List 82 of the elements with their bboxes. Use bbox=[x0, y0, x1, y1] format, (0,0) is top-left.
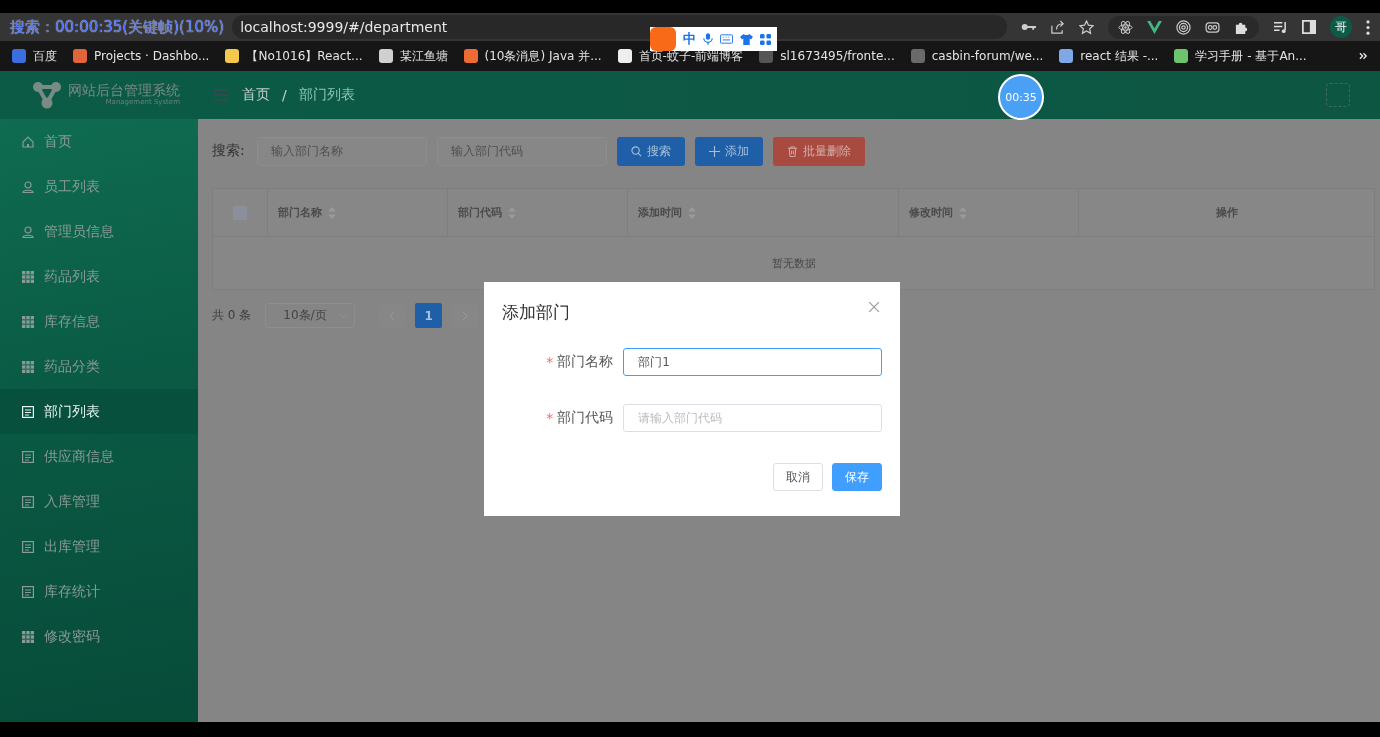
save-button[interactable]: 保存 bbox=[832, 463, 882, 491]
grid-icon bbox=[22, 630, 34, 643]
breadcrumb-item[interactable]: 首页 bbox=[242, 86, 270, 104]
sidebar-item[interactable]: 员工列表 bbox=[0, 164, 198, 209]
search-label: 搜索: bbox=[212, 142, 245, 160]
atom-icon[interactable] bbox=[1118, 19, 1133, 35]
user-icon bbox=[22, 225, 34, 238]
sidebar-item[interactable]: 首页 bbox=[0, 119, 198, 164]
breadcrumb-separator: / bbox=[282, 87, 287, 103]
close-icon[interactable] bbox=[869, 302, 879, 312]
keyboard-icon[interactable] bbox=[720, 34, 733, 44]
breadcrumb-item: 部门列表 bbox=[298, 86, 355, 104]
video-search-info: 搜索：00:00:35(关键帧)(10%) bbox=[10, 17, 225, 37]
bookmark[interactable]: (10条消息) Java 并... bbox=[463, 47, 602, 65]
playlist-icon[interactable] bbox=[1273, 20, 1288, 34]
sidebar-item[interactable]: 部门列表 bbox=[0, 389, 198, 434]
text-field[interactable]: 部门1 bbox=[623, 348, 882, 376]
grid-icon bbox=[22, 315, 34, 328]
share-icon[interactable] bbox=[1050, 19, 1065, 35]
sidebar-item[interactable]: 库存统计 bbox=[0, 569, 198, 614]
user-icon bbox=[22, 180, 34, 193]
document-icon bbox=[22, 495, 34, 508]
total-count: 共 0 条 bbox=[212, 307, 252, 324]
column-header: 操作 bbox=[1215, 205, 1238, 220]
text-field[interactable]: 请输入部门代码 bbox=[623, 404, 882, 432]
app-title: 网站后台管理系统 bbox=[68, 83, 180, 99]
microphone-icon[interactable] bbox=[703, 33, 713, 45]
sidebar-item[interactable]: 库存信息 bbox=[0, 299, 198, 344]
document-icon bbox=[22, 405, 34, 418]
bookmark[interactable]: 某江鱼塘 bbox=[378, 47, 448, 65]
key-icon[interactable] bbox=[1021, 22, 1036, 32]
column-header[interactable]: 修改时间 bbox=[909, 205, 953, 220]
home-icon bbox=[22, 135, 34, 148]
document-icon bbox=[22, 540, 34, 553]
sidebar-item[interactable]: 药品列表 bbox=[0, 254, 198, 299]
sidebar-item[interactable]: 管理员信息 bbox=[0, 209, 198, 254]
bookmark[interactable]: sl1673495/fronte... bbox=[759, 49, 895, 63]
document-icon bbox=[22, 585, 34, 598]
profile-avatar[interactable]: 哥 bbox=[1330, 16, 1352, 38]
url-text: localhost:9999/#/department bbox=[240, 19, 448, 35]
column-header[interactable]: 添加时间 bbox=[638, 205, 682, 220]
star-icon[interactable] bbox=[1079, 19, 1094, 35]
field-label: 部门代码 bbox=[557, 409, 614, 427]
chevron-icon[interactable] bbox=[1359, 52, 1368, 60]
target-icon[interactable] bbox=[1176, 19, 1191, 35]
shirt-icon[interactable] bbox=[740, 33, 753, 45]
bookmark[interactable]: react 结果 -... bbox=[1059, 47, 1159, 65]
glasses-icon[interactable] bbox=[1205, 21, 1220, 33]
grid-icon bbox=[22, 360, 34, 373]
bookmark[interactable]: 百度 bbox=[12, 47, 57, 65]
page-size-select[interactable]: 10条/页 bbox=[265, 303, 356, 328]
sidebar-item[interactable]: 出库管理 bbox=[0, 524, 198, 569]
plus-icon bbox=[708, 145, 720, 157]
logo-icon bbox=[32, 81, 62, 109]
page-button[interactable]: 1 bbox=[415, 303, 443, 328]
sidebar-item[interactable]: 修改密码 bbox=[0, 614, 198, 659]
column-header[interactable]: 部门名称 bbox=[278, 205, 322, 220]
bookmark[interactable]: Projects · Dashbo... bbox=[73, 49, 210, 63]
sidebar-item[interactable]: 药品分类 bbox=[0, 344, 198, 389]
field-label: 部门名称 bbox=[557, 353, 614, 371]
add-button[interactable]: 添加 bbox=[694, 136, 763, 166]
bookmark[interactable]: casbin-forum/we... bbox=[910, 49, 1044, 63]
dialog-title: 添加部门 bbox=[502, 301, 570, 324]
v-logo-icon[interactable] bbox=[1147, 20, 1162, 34]
trash-icon bbox=[786, 145, 798, 157]
required-mark: * bbox=[546, 354, 554, 370]
side-panel-icon[interactable] bbox=[1302, 20, 1316, 34]
empty-text: 暂无数据 bbox=[771, 255, 816, 271]
search-button[interactable]: 搜索 bbox=[616, 136, 685, 166]
grid-icon[interactable] bbox=[760, 33, 771, 45]
grid-icon bbox=[22, 270, 34, 283]
required-mark: * bbox=[546, 410, 554, 426]
bookmark[interactable]: 学习手册 - 基于An... bbox=[1174, 47, 1307, 65]
cancel-button[interactable]: 取消 bbox=[773, 463, 823, 491]
sidebar-item[interactable]: 供应商信息 bbox=[0, 434, 198, 479]
search-icon bbox=[630, 145, 642, 157]
bookmark[interactable]: 【No1016】React... bbox=[225, 47, 363, 65]
column-header[interactable]: 部门代码 bbox=[458, 205, 502, 220]
more-icon[interactable] bbox=[1366, 19, 1370, 35]
document-icon bbox=[22, 450, 34, 463]
delete-button[interactable]: 批量删除 bbox=[772, 136, 865, 166]
sidebar-item[interactable]: 入库管理 bbox=[0, 479, 198, 524]
